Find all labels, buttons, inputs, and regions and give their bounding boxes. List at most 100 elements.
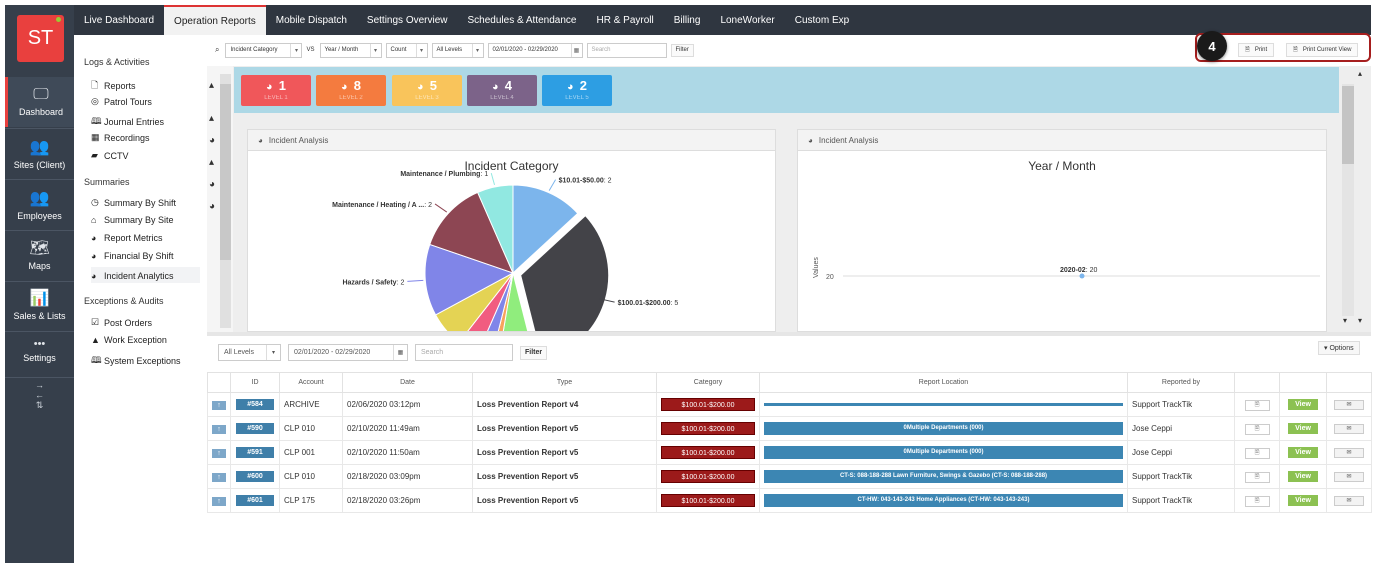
- scroll-down-icon[interactable]: ▾: [1343, 316, 1347, 325]
- sidebar-item-employees[interactable]: 👥 Employees: [5, 182, 74, 228]
- table-row[interactable]: ↑ #584 ARCHIVE 02/06/2020 03:12pm Loss P…: [207, 392, 1372, 417]
- sidebar-item-settings[interactable]: ••• Settings: [5, 336, 74, 376]
- submenu-item-recordings[interactable]: ▦ Recordings: [91, 132, 150, 143]
- warning-icon: ▲: [91, 335, 100, 345]
- level-2-tile[interactable]: ◕ 8 LEVEL 2: [316, 75, 386, 106]
- search-input[interactable]: Search: [586, 42, 667, 58]
- tab-settings-overview[interactable]: Settings Overview: [357, 5, 458, 35]
- left-sidebar: 🖵 Dashboard 👥 Sites (Client) 👥 Employees…: [5, 5, 74, 563]
- email-icon[interactable]: ✉: [1334, 472, 1364, 482]
- collapse-toggle-icon[interactable]: → ← ⇅: [5, 380, 74, 410]
- pdf-icon[interactable]: 🗎: [1244, 447, 1270, 459]
- email-icon[interactable]: ✉: [1334, 496, 1364, 506]
- print-current-view-button[interactable]: 🗎 Print Current View: [1286, 43, 1359, 57]
- submenu-item-post-orders[interactable]: ☑ Post Orders: [91, 317, 152, 328]
- calendar-icon: ▦: [393, 345, 407, 360]
- date-range-input[interactable]: 02/01/2020 - 02/29/2020 ▦: [288, 344, 408, 361]
- sidebar-item-dashboard[interactable]: 🖵 Dashboard: [5, 77, 74, 127]
- submenu-item-cctv[interactable]: ▰ CCTV: [91, 150, 129, 161]
- expand-icon[interactable]: ↑: [212, 496, 226, 506]
- tab-operation-reports[interactable]: Operation Reports: [164, 5, 266, 35]
- table-row[interactable]: ↑ #601 CLP 175 02/18/2020 03:26pm Loss P…: [207, 488, 1372, 513]
- expand-icon[interactable]: ↑: [212, 448, 226, 458]
- table-row[interactable]: ↑ #590 CLP 010 02/10/2020 11:49am Loss P…: [207, 416, 1372, 441]
- filter-button[interactable]: Filter: [520, 345, 548, 360]
- slice-label: Maintenance / Plumbing: 1: [400, 171, 488, 178]
- pdf-icon[interactable]: 🗎: [1244, 495, 1270, 507]
- search-input[interactable]: Search: [415, 344, 513, 361]
- tab-custom-exp[interactable]: Custom Exp: [785, 5, 859, 35]
- chart-scrollbar-thumb[interactable]: [1342, 86, 1354, 164]
- submenu-item-summary-by-site[interactable]: ⌂ Summary By Site: [91, 215, 174, 225]
- report-id-badge[interactable]: #584: [236, 399, 274, 410]
- filter-button[interactable]: Filter: [670, 43, 694, 57]
- submenu-item-summary-by-shift[interactable]: ◷ Summary By Shift: [91, 197, 176, 208]
- levels-select[interactable]: All Levels ▾: [431, 42, 484, 58]
- level-1-tile[interactable]: ◕ 1 LEVEL 1: [241, 75, 311, 106]
- tab-mobile-dispatch[interactable]: Mobile Dispatch: [266, 5, 357, 35]
- period-select[interactable]: Year / Month ▾: [319, 42, 382, 58]
- level-4-tile[interactable]: ◕ 4 LEVEL 4: [467, 75, 537, 106]
- tab-hr-payroll[interactable]: HR & Payroll: [587, 5, 664, 35]
- measure-select[interactable]: Count ▾: [385, 42, 428, 58]
- level-3-tile[interactable]: ◕ 5 LEVEL 3: [392, 75, 462, 106]
- level-5-tile[interactable]: ◕ 2 LEVEL 5: [542, 75, 612, 106]
- submenu-item-report-metrics[interactable]: ◕ Report Metrics: [91, 233, 163, 243]
- column-header[interactable]: Reported by: [1127, 372, 1235, 393]
- submenu-item-financial-by-shift[interactable]: ◕ Financial By Shift: [91, 251, 174, 261]
- view-button[interactable]: View: [1288, 495, 1318, 506]
- report-id-badge[interactable]: #600: [236, 471, 274, 482]
- logo[interactable]: ST: [17, 15, 64, 62]
- email-icon[interactable]: ✉: [1334, 448, 1364, 458]
- sidebar-item-sites[interactable]: 👥 Sites (Client): [5, 131, 74, 177]
- column-header[interactable]: ID: [230, 372, 280, 393]
- scrollbar-thumb[interactable]: [220, 84, 231, 260]
- resize-bar[interactable]: [207, 332, 1371, 336]
- scroll-down-icon[interactable]: ▾: [1358, 316, 1362, 325]
- scroll-up-icon[interactable]: ▴: [1358, 69, 1362, 78]
- tab-loneworker[interactable]: LoneWorker: [710, 5, 784, 35]
- column-header[interactable]: Type: [472, 372, 657, 393]
- table-row[interactable]: ↑ #591 CLP 001 02/10/2020 11:50am Loss P…: [207, 440, 1372, 465]
- submenu-item-incident-analytics[interactable]: ◕ Incident Analytics: [91, 267, 200, 283]
- view-button[interactable]: View: [1288, 471, 1318, 482]
- category-select[interactable]: Incident Category ▾: [225, 42, 303, 58]
- sidebar-item-maps[interactable]: 🗺 Maps: [5, 233, 74, 279]
- column-header[interactable]: Category: [656, 372, 760, 393]
- pdf-icon[interactable]: 🗎: [1244, 423, 1270, 435]
- report-id-badge[interactable]: #601: [236, 495, 274, 506]
- top-navigation: Live Dashboard Operation Reports Mobile …: [74, 5, 1371, 35]
- expand-icon[interactable]: ↑: [212, 424, 226, 434]
- view-button[interactable]: View: [1288, 423, 1318, 434]
- submenu-item-journal-entries[interactable]: 🕮 Journal Entries: [91, 114, 164, 130]
- employees-icon: 👥: [29, 190, 50, 207]
- report-id-badge[interactable]: #590: [236, 423, 274, 434]
- email-icon[interactable]: ✉: [1334, 424, 1364, 434]
- tab-schedules-attendance[interactable]: Schedules & Attendance: [458, 5, 587, 35]
- tab-billing[interactable]: Billing: [664, 5, 711, 35]
- tab-live-dashboard[interactable]: Live Dashboard: [74, 5, 164, 35]
- print-button[interactable]: 🗎 Print: [1238, 43, 1275, 57]
- options-button[interactable]: ▾ Options: [1318, 341, 1360, 355]
- pdf-icon[interactable]: 🗎: [1244, 399, 1270, 411]
- view-button[interactable]: View: [1288, 399, 1318, 410]
- submenu-item-patrol-tours[interactable]: ◎ Patrol Tours: [91, 96, 152, 107]
- sidebar-item-sales-lists[interactable]: 📊 Sales & Lists: [5, 284, 74, 330]
- levels-select[interactable]: All Levels ▾: [218, 344, 281, 361]
- report-id-badge[interactable]: #591: [236, 447, 274, 458]
- expand-icon[interactable]: ↑: [212, 472, 226, 482]
- search-icon: ⌕: [215, 45, 220, 54]
- data-point[interactable]: [1079, 273, 1085, 279]
- submenu-item-work-exception[interactable]: ▲ Work Exception: [91, 335, 167, 345]
- view-button[interactable]: View: [1288, 447, 1318, 458]
- column-header[interactable]: Date: [342, 372, 473, 393]
- submenu-item-reports[interactable]: 🗋 Reports: [91, 78, 136, 94]
- pdf-icon[interactable]: 🗎: [1244, 471, 1270, 483]
- submenu-item-system-exceptions[interactable]: 🕮 System Exceptions: [91, 353, 181, 369]
- expand-icon[interactable]: ↑: [212, 400, 226, 410]
- column-header[interactable]: Report Location: [759, 372, 1128, 393]
- table-row[interactable]: ↑ #600 CLP 010 02/18/2020 03:09pm Loss P…: [207, 464, 1372, 489]
- column-header[interactable]: Account: [279, 372, 343, 393]
- date-range-input[interactable]: 02/01/2020 - 02/29/2020 ▦: [487, 42, 583, 58]
- email-icon[interactable]: ✉: [1334, 400, 1364, 410]
